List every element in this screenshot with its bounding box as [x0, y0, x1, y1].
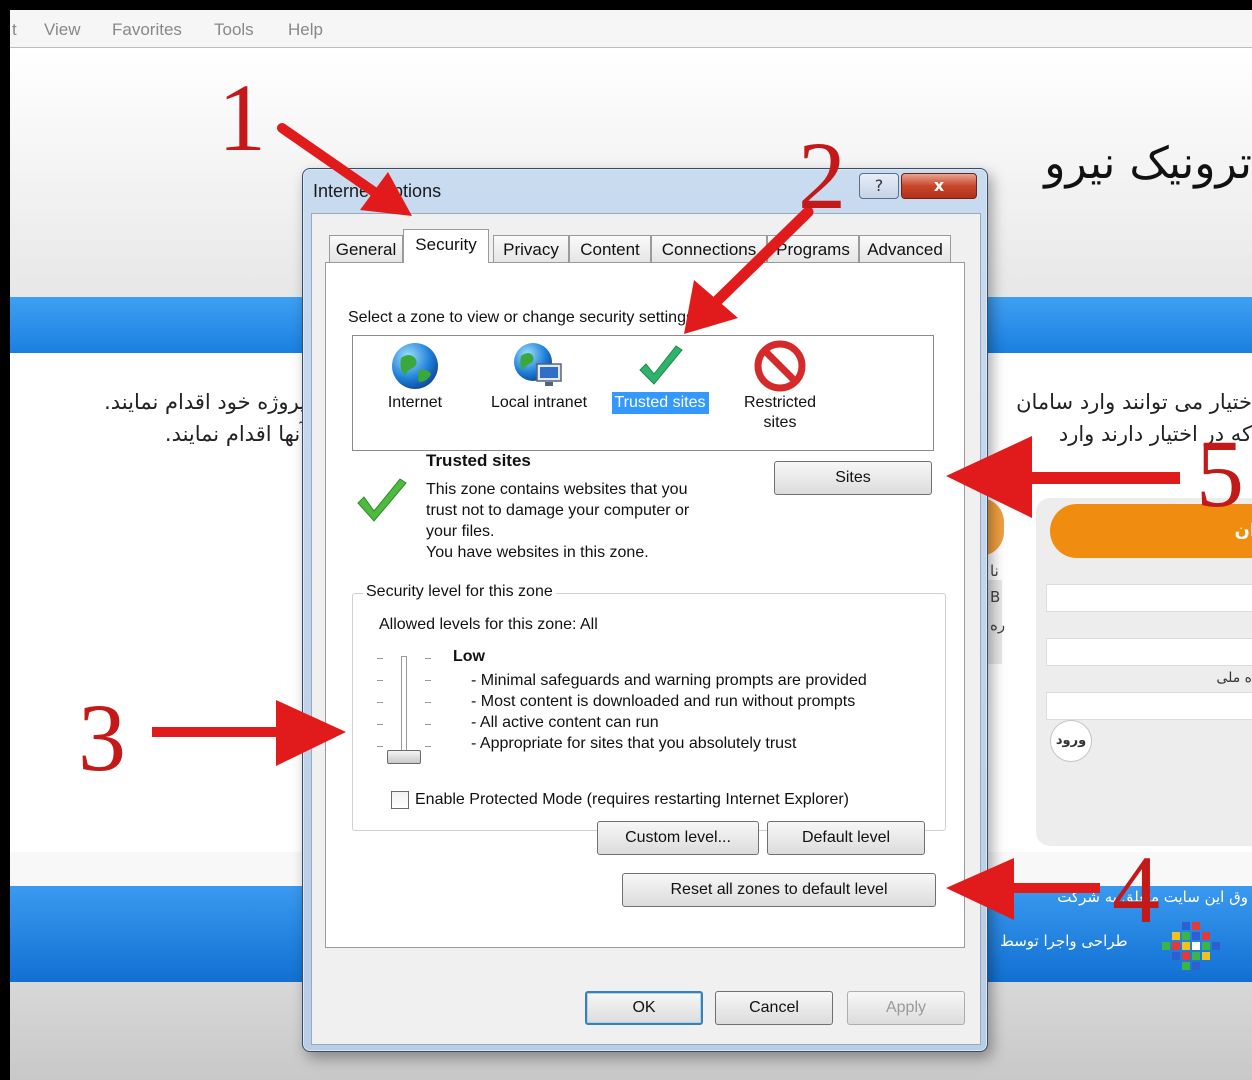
annotation-arrows [152, 123, 1180, 920]
annotation-arrow-3 [152, 700, 346, 766]
annotation-number-4: 4 [1112, 836, 1160, 943]
annotation-number-2: 2 [798, 122, 846, 229]
tab-security[interactable]: Security [403, 229, 489, 263]
annotation-number-3: 3 [78, 684, 126, 791]
annotation-arrow-5 [946, 436, 1180, 518]
annotation-arrow-2 [684, 206, 814, 334]
annotation-number-5: 5 [1196, 420, 1244, 527]
annotation-number-1: 1 [218, 64, 266, 171]
annotation-arrow-1 [277, 123, 412, 216]
annotation-arrow-4 [946, 858, 1100, 920]
